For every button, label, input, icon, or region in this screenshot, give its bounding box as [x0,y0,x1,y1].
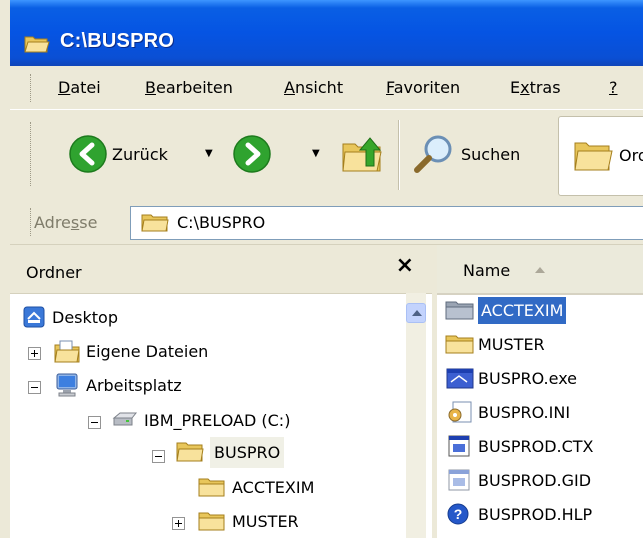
my-documents-icon [54,340,80,363]
back-button[interactable]: Zurück [68,134,168,174]
file-row[interactable]: ? BUSPROD.HLP [445,497,592,531]
address-value: C:\BUSPRO [177,213,266,232]
forward-arrow-icon [233,135,271,173]
address-label: Adresse [34,213,98,232]
file-row[interactable]: BUSPRO.exe [445,361,577,395]
search-button[interactable]: Suchen [413,132,520,176]
toolbar-grip[interactable] [30,122,34,186]
folders-pane: Ordner × Desktop Eigene Dateien Arbeitsp… [10,245,432,538]
hard-drive-icon [112,412,138,426]
expand-eigene-dateien-icon[interactable] [28,347,41,360]
menu-bar: Datei Bearbeiten Ansicht Favoriten Extra… [10,66,643,110]
folder-open-icon [24,36,50,53]
tree-item-drive-c[interactable]: IBM_PRELOAD (C:) [112,403,290,437]
folder-icon [141,214,169,232]
tree-item-muster[interactable]: MUSTER [198,504,299,538]
address-bar: Adresse C:\BUSPRO [10,200,643,245]
folders-scrollbar[interactable] [406,293,426,538]
folder-icon [198,478,225,497]
search-label: Suchen [461,144,521,164]
folder-gray-icon [445,301,474,320]
file-row[interactable]: BUSPRO.INI [445,395,570,429]
menu-datei[interactable]: Datei [58,78,101,97]
folders-pane-title: Ordner [26,263,82,282]
file-row[interactable]: MUSTER [445,327,545,361]
menu-favoriten[interactable]: Favoriten [386,78,460,97]
tree-item-eigene-dateien[interactable]: Eigene Dateien [54,334,208,368]
folder-up-icon [342,137,382,172]
expand-muster-icon[interactable] [172,517,185,530]
scroll-up-icon[interactable] [406,303,426,323]
tree-item-buspro[interactable]: BUSPRO [176,435,285,469]
title-bar[interactable]: C:\BUSPRO [10,0,643,66]
window-title: C:\BUSPRO [60,30,175,52]
svg-text:?: ? [454,506,463,522]
tree-item-acctexim[interactable]: ACCTEXIM [198,470,314,504]
gid-file-icon [448,469,470,491]
address-input[interactable]: C:\BUSPRO [130,206,643,240]
back-dropdown-icon[interactable]: ▼ [205,148,213,159]
collapse-arbeitsplatz-icon[interactable] [28,381,41,394]
standard-toolbar: Zurück ▼ ▼ Suchen Ord [10,110,643,201]
close-icon[interactable]: × [396,253,414,278]
toolbar-separator [398,120,400,190]
file-list-pane: Name ACCTEXIM MUSTER BUSPRO.exe BUSPRO.I… [437,245,643,538]
up-folder-button[interactable] [340,132,384,176]
file-row[interactable]: ACCTEXIM [445,293,567,327]
column-header-name[interactable]: Name [437,245,643,295]
tree-item-arbeitsplatz[interactable]: Arbeitsplatz [54,368,182,402]
folders-pane-header: Ordner × [10,245,432,294]
folder-icon [198,512,225,531]
menubar-grip[interactable] [30,74,34,102]
forward-dropdown-icon[interactable]: ▼ [312,148,320,159]
folders-button[interactable]: Ordner [558,116,643,196]
collapse-buspro-icon[interactable] [152,450,165,463]
collapse-drive-c-icon[interactable] [88,416,101,429]
search-icon [414,135,452,173]
folders-icon [574,142,613,171]
folder-open-icon [176,442,204,462]
ctx-file-icon [448,435,470,457]
my-computer-icon [56,373,78,397]
file-row[interactable]: BUSPROD.GID [445,463,591,497]
menu-extras[interactable]: Extras [510,78,561,97]
back-arrow-icon [69,135,107,173]
explorer-window: C:\BUSPRO Datei Bearbeiten Ansicht Favor… [10,0,643,538]
back-label: Zurück [112,144,168,164]
ini-settings-icon [448,401,472,423]
menu-ansicht[interactable]: Ansicht [284,78,343,97]
exe-icon [446,368,474,389]
help-icon: ? [447,503,469,525]
folders-label: Ordner [619,146,643,165]
menu-help[interactable]: ? [609,78,618,97]
sort-ascending-icon [535,267,545,273]
file-row[interactable]: BUSPROD.CTX [445,429,594,463]
tree-item-desktop[interactable]: Desktop [22,300,118,334]
folder-icon [445,335,474,354]
menu-bearbeiten[interactable]: Bearbeiten [145,78,233,97]
forward-button[interactable] [232,134,272,174]
desktop-icon [23,306,45,328]
